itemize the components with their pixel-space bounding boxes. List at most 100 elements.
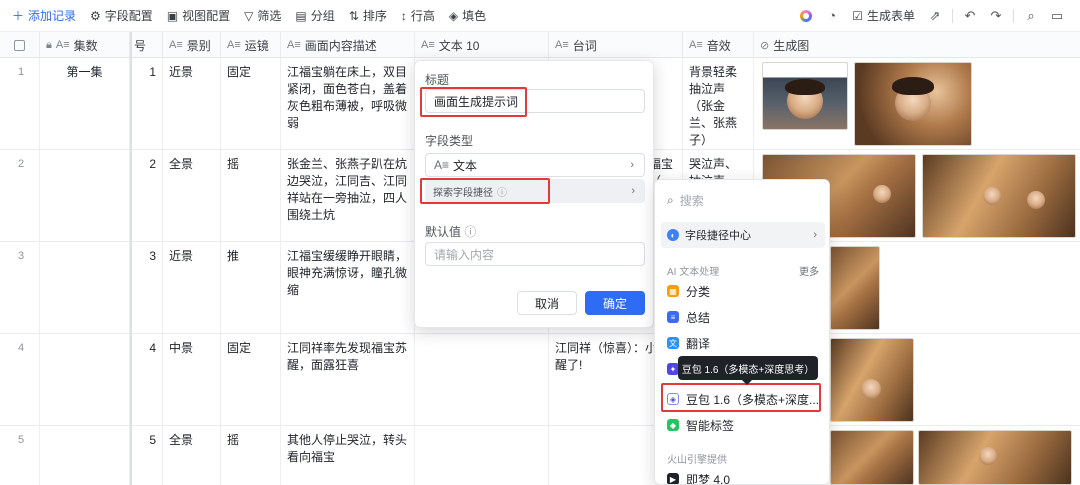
generated-image-thumbnail[interactable] [922, 154, 1076, 238]
fill-color-button[interactable]: ◈ 填色 [442, 5, 493, 27]
cell-camera[interactable]: 摇 [221, 150, 281, 241]
sort-button[interactable]: ⇅ 排序 [342, 5, 394, 27]
generated-image-thumbnail[interactable] [854, 62, 972, 146]
cell-camera[interactable]: 固定 [221, 334, 281, 425]
table-row[interactable]: 4 4 中景 固定 江同祥率先发现福宝苏醒，面露狂喜 江同祥（惊喜）：小妹醒了! [0, 334, 1080, 426]
cell-camera[interactable]: 固定 [221, 58, 281, 149]
column-header-no[interactable]: 号 [132, 32, 163, 58]
select-all-checkbox[interactable] [0, 32, 40, 58]
automation-icon[interactable]: ◔ [819, 5, 845, 27]
explore-shortcut-option[interactable]: 探索字段捷径 ⓘ › [425, 179, 645, 203]
column-header-text10[interactable]: A≡ 文本 10 [415, 32, 549, 58]
column-header-lines[interactable]: A≡ 台词 [549, 32, 683, 58]
generated-image-thumbnail[interactable] [918, 430, 1072, 485]
column-header-camera[interactable]: A≡ 运镜 [221, 32, 281, 58]
cell-no[interactable]: 2 [132, 150, 163, 241]
shortcut-center-item[interactable]: ◐ 字段捷径中心 › [661, 222, 825, 248]
cell-shot[interactable]: 全景 [163, 426, 221, 485]
undo-icon[interactable]: ↶ [957, 5, 983, 27]
default-value-input[interactable]: 请输入内容 [425, 242, 645, 266]
text-field-icon: A≡ [434, 158, 450, 172]
filter-icon: ▽ [244, 8, 254, 23]
paint-bucket-icon: ◈ [448, 8, 459, 23]
cell-episode[interactable] [40, 334, 130, 425]
cell-shot[interactable]: 近景 [163, 242, 221, 333]
generated-image-thumbnail[interactable] [830, 430, 914, 485]
cell-camera[interactable]: 摇 [221, 426, 281, 485]
cell-episode[interactable] [40, 242, 130, 333]
comment-icon[interactable]: ▭ [1044, 5, 1070, 27]
tag-icon: ◆ [667, 419, 679, 431]
row-height-button[interactable]: ↕ 行高 [394, 5, 442, 27]
column-header-sound[interactable]: A≡ 音效 [683, 32, 754, 58]
share-icon[interactable]: ⇗ [922, 5, 948, 27]
shortcut-search-input[interactable]: ⌕ 搜索 [663, 188, 823, 212]
cell-camera[interactable]: 推 [221, 242, 281, 333]
cell-no[interactable]: 1 [132, 58, 163, 149]
info-icon: ⓘ [497, 187, 507, 199]
generated-image-thumbnail[interactable] [762, 62, 848, 130]
cell-description[interactable]: 江同祥率先发现福宝苏醒，面露狂喜 [281, 334, 415, 425]
cell-shot[interactable]: 近景 [163, 58, 221, 149]
add-record-button[interactable]: ＋添加记录 [0, 5, 83, 27]
generated-image-thumbnail[interactable] [830, 246, 880, 330]
generate-form-button[interactable]: ☑ 生成表单 [845, 5, 922, 27]
info-icon: ⓘ [464, 225, 477, 239]
shortcut-item-classify[interactable]: ▦ 分类 [661, 279, 825, 303]
group-button[interactable]: ▤ 分组 [288, 5, 341, 27]
cell-description[interactable]: 其他人停止哭泣，转头看向福宝 [281, 426, 415, 485]
header-row: 🔒︎ A≡ 集数 号 A≡ 景别 A≡ 运镜 A≡ 画面内容描述 A≡ 文本 10 A≡ 台词… [0, 32, 1080, 58]
sort-icon: ⇅ [348, 8, 359, 23]
field-type-label: 字段类型 [425, 134, 474, 148]
cell-episode[interactable]: 第一集 [40, 58, 130, 149]
column-header-description[interactable]: A≡ 画面内容描述 [281, 32, 415, 58]
cell-text10[interactable] [415, 334, 549, 425]
cell-no[interactable]: 5 [132, 426, 163, 485]
classify-icon: ▦ [667, 285, 679, 297]
doubao-tooltip: 豆包 1.6（多模态+深度思考） [678, 356, 818, 385]
cancel-button[interactable]: 取消 [517, 291, 577, 315]
view-config-button[interactable]: ▣ 视图配置 [160, 5, 237, 27]
column-header-image[interactable]: ⊘ 生成图 [754, 32, 1080, 58]
cell-shot[interactable]: 全景 [163, 150, 221, 241]
shortcut-item-smart-tags[interactable]: ◆ 智能标签 [661, 413, 825, 437]
shortcut-dropdown: ⌕ 搜索 ◐ 字段捷径中心 › AI 文本处理 更多 ▦ 分类 ≡ 总结 文 翻… [654, 179, 830, 485]
field-type-select[interactable]: A≡ 文本 › [425, 153, 645, 177]
shortcut-item-translate[interactable]: 文 翻译 [661, 331, 825, 355]
column-header-shot[interactable]: A≡ 景别 [163, 32, 221, 58]
chevron-right-icon: › [813, 229, 817, 241]
cell-description[interactable]: 张金兰、张燕子趴在炕边哭泣，江同吉、江同祥站在一旁抽泣，四人围绕土炕 [281, 150, 415, 241]
confirm-button[interactable]: 确定 [585, 291, 645, 315]
column-header-episode[interactable]: 🔒︎ A≡ 集数 [40, 32, 130, 58]
cell-no[interactable]: 3 [132, 242, 163, 333]
text-field-icon: A≡ [555, 39, 569, 51]
lock-icon: 🔒︎ [46, 38, 52, 51]
shortcut-item-doubao[interactable]: ◈ 豆包 1.6（多模态+深度... [661, 387, 825, 411]
shortcut-item-summary[interactable]: ≡ 总结 [661, 305, 825, 329]
cell-text10[interactable] [415, 426, 549, 485]
row-number: 4 [0, 334, 40, 425]
cell-description[interactable]: 江福宝躺在床上，双目紧闭，面色苍白，盖着灰色粗布薄被，呼吸微弱 [281, 58, 415, 149]
generated-image-thumbnail[interactable] [830, 338, 914, 422]
shortcut-item-jimeng[interactable]: ▶ 即梦 4.0 [661, 467, 825, 484]
cell-no[interactable]: 4 [132, 334, 163, 425]
search-icon[interactable]: ⌕ [1018, 5, 1044, 27]
frozen-column-divider[interactable] [130, 32, 132, 485]
search-icon: ⌕ [667, 192, 674, 207]
field-config-button[interactable]: ⚙ 字段配置 [83, 5, 160, 27]
cell-episode[interactable] [40, 426, 130, 485]
cell-sound[interactable]: 背景轻柔抽泣声（张金兰、张燕子） [683, 58, 754, 149]
row-number: 2 [0, 150, 40, 241]
view-icon: ▣ [166, 8, 179, 23]
ai-logo-icon[interactable] [793, 5, 819, 27]
cell-shot[interactable]: 中景 [163, 334, 221, 425]
translate-icon: 文 [667, 337, 679, 349]
volcano-section-label: 火山引擎提供 [667, 455, 727, 466]
text-field-icon: A≡ [421, 39, 435, 51]
cell-episode[interactable] [40, 150, 130, 241]
redo-icon[interactable]: ↷ [983, 5, 1009, 27]
cell-description[interactable]: 江福宝缓缓睁开眼睛，眼神充满惊讶，瞳孔微缩 [281, 242, 415, 333]
more-link[interactable]: 更多 [799, 263, 819, 278]
field-title-input[interactable]: 画面生成提示词 [425, 89, 645, 113]
filter-button[interactable]: ▽ 筛选 [237, 5, 288, 27]
